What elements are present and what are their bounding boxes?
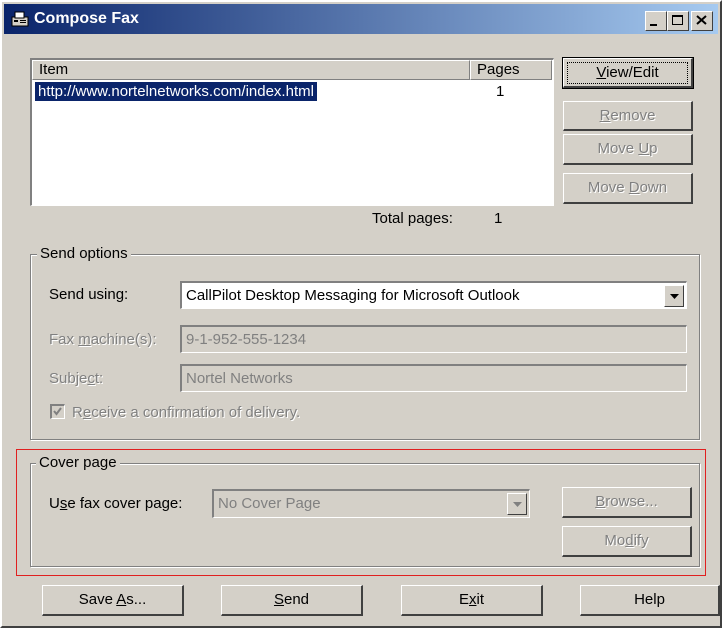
items-list[interactable]: Item Pages http://www.nortelnetworks.com…: [30, 58, 554, 206]
total-pages-label: Total pages:: [372, 210, 453, 227]
maximize-button[interactable]: [667, 11, 689, 31]
chevron-down-icon: [513, 502, 522, 507]
fax-machine-icon: [11, 10, 29, 28]
subject-label: Subject:: [49, 370, 104, 387]
list-item-url[interactable]: http://www.nortelnetworks.com/index.html: [34, 81, 318, 102]
close-button[interactable]: [691, 11, 713, 31]
move-down-button[interactable]: Move Down: [563, 173, 693, 204]
modify-button[interactable]: Modify: [562, 526, 692, 557]
cover-page-legend: Cover page: [36, 454, 120, 472]
confirmation-checkbox[interactable]: [50, 404, 65, 419]
column-header-pages[interactable]: Pages: [470, 60, 552, 80]
fax-machines-label: Fax machine(s):: [49, 331, 157, 348]
list-item-pages: 1: [496, 83, 505, 100]
cover-dropdown-arrow-button[interactable]: [507, 493, 527, 515]
exit-button[interactable]: Exit: [401, 585, 543, 616]
maximize-icon: [672, 15, 683, 25]
use-cover-page-label: Use fax cover page:: [49, 495, 183, 512]
column-header-item[interactable]: Item: [32, 60, 470, 80]
checkmark-icon: [53, 407, 62, 416]
help-button[interactable]: Help: [580, 585, 720, 616]
subject-field[interactable]: Nortel Networks: [180, 364, 687, 392]
close-icon: [696, 15, 707, 25]
send-options-legend: Send options: [37, 245, 131, 263]
view-edit-button[interactable]: View/Edit: [562, 57, 694, 89]
save-as-button[interactable]: Save As...: [42, 585, 184, 616]
send-button[interactable]: Send: [221, 585, 363, 616]
send-using-label: Send using:: [49, 286, 129, 303]
fax-machines-field[interactable]: 9-1-952-555-1234: [180, 325, 687, 353]
total-pages-value: 1: [494, 210, 503, 227]
minimize-icon: [650, 24, 657, 26]
send-using-value: CallPilot Desktop Messaging for Microsof…: [186, 287, 520, 304]
browse-button[interactable]: Browse...: [562, 487, 692, 518]
confirmation-label: Receive a confirmation of delivery.: [72, 404, 301, 421]
cover-page-dropdown[interactable]: No Cover Page: [212, 489, 530, 518]
chevron-down-icon: [670, 294, 679, 299]
dropdown-arrow-button[interactable]: [664, 285, 684, 307]
cover-page-value: No Cover Page: [218, 495, 321, 512]
remove-button[interactable]: Remove: [563, 101, 693, 131]
minimize-button[interactable]: [645, 11, 667, 31]
send-using-dropdown[interactable]: CallPilot Desktop Messaging for Microsof…: [180, 281, 687, 309]
title-bar[interactable]: Compose Fax: [4, 4, 718, 34]
window-title: Compose Fax: [34, 10, 139, 27]
move-up-button[interactable]: Move Up: [563, 134, 693, 165]
